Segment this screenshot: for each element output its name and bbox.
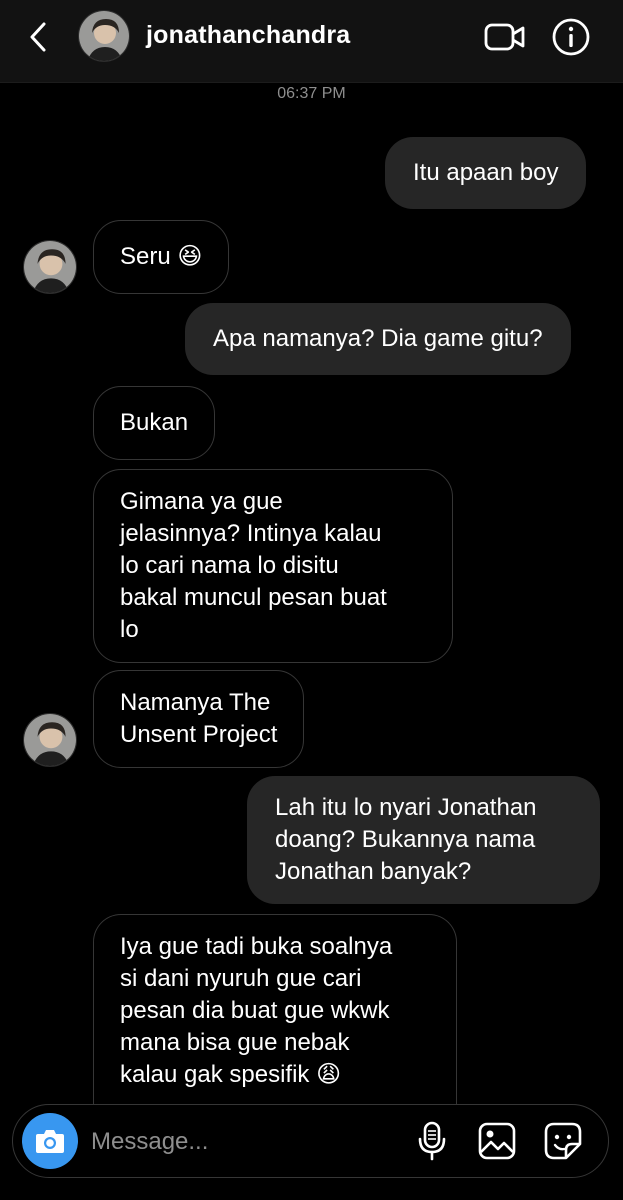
video-call-button[interactable] <box>482 18 528 56</box>
message-timestamp: 06:37 PM <box>277 85 346 102</box>
chat-username[interactable]: jonathanchandra <box>146 21 350 50</box>
message-bubble-received[interactable]: Iya gue tadi buka soalnya si dani nyuruh… <box>93 914 457 1110</box>
message-input[interactable] <box>89 1117 393 1167</box>
gallery-icon <box>478 1122 516 1160</box>
camera-icon <box>36 1130 64 1153</box>
avatar[interactable] <box>23 713 77 767</box>
message-bubble-sent[interactable]: Itu apaan boy <box>385 137 587 209</box>
avatar[interactable] <box>78 10 130 62</box>
message-composer <box>12 1104 609 1178</box>
message-bubble-received[interactable]: Namanya The Unsent Project <box>93 670 305 768</box>
camera-button[interactable] <box>22 1113 78 1169</box>
sticker-icon <box>544 1122 582 1160</box>
voice-message-button[interactable] <box>410 1119 454 1163</box>
gallery-button[interactable] <box>475 1119 519 1163</box>
video-camera-icon <box>484 23 525 51</box>
back-button[interactable] <box>22 20 54 54</box>
message-bubble-received[interactable]: Gimana ya gue jelasinnya? Intinya kalau … <box>93 469 453 663</box>
microphone-icon <box>418 1121 446 1161</box>
profile-photo <box>24 714 76 766</box>
message-bubble-sent[interactable]: Apa namanya? Dia game gitu? <box>185 303 571 375</box>
sticker-button[interactable] <box>541 1119 585 1163</box>
profile-photo <box>79 11 129 61</box>
chat-header: jonathanchandra <box>0 0 623 83</box>
avatar[interactable] <box>23 240 77 294</box>
info-button[interactable] <box>550 16 592 58</box>
message-bubble-received[interactable]: Seru 😆 <box>93 220 230 294</box>
chevron-left-icon <box>30 22 46 52</box>
profile-photo <box>24 241 76 293</box>
message-bubble-received[interactable]: Bukan <box>93 386 216 460</box>
message-bubble-sent[interactable]: Lah itu lo nyari Jonathan doang? Bukanny… <box>247 776 600 904</box>
info-icon <box>552 18 590 56</box>
